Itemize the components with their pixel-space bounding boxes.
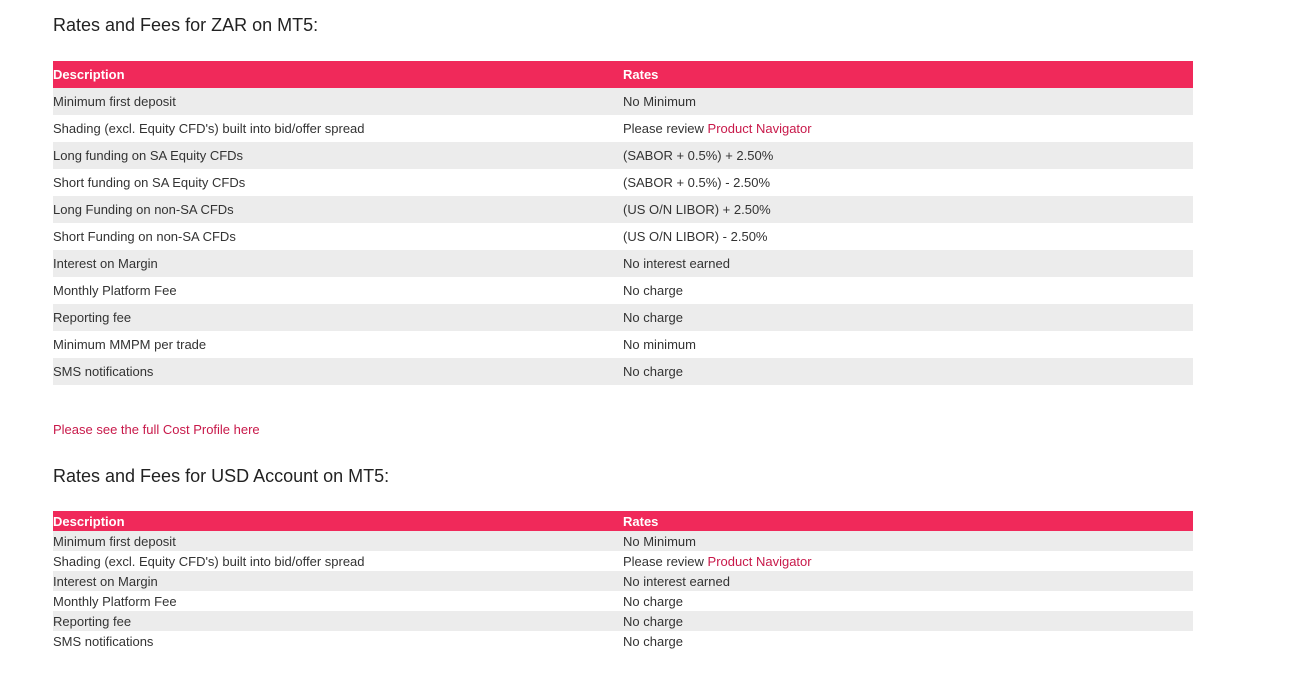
rate-prefix: Please review <box>623 121 708 136</box>
row-description: Shading (excl. Equity CFD's) built into … <box>53 551 623 571</box>
table-row: Shading (excl. Equity CFD's) built into … <box>53 115 1193 142</box>
row-rate: No Minimum <box>623 531 1193 551</box>
row-rate: (SABOR + 0.5%) + 2.50% <box>623 142 1193 169</box>
table-row: Minimum MMPM per trade No minimum <box>53 331 1193 358</box>
row-rate: No charge <box>623 304 1193 331</box>
row-rate: No charge <box>623 631 1193 651</box>
row-rate: No Minimum <box>623 88 1193 115</box>
column-header-rates: Rates <box>623 61 1193 88</box>
rate-prefix: Please review <box>623 553 708 569</box>
row-rate: Please review Product Navigator <box>623 551 1193 571</box>
table-row: SMS notifications No charge <box>53 358 1193 385</box>
column-header-description: Description <box>53 61 623 88</box>
row-description: Interest on Margin <box>53 571 623 591</box>
table-row: Monthly Platform Fee No charge <box>53 591 1193 611</box>
row-description: Short Funding on non-SA CFDs <box>53 223 623 250</box>
row-rate: No interest earned <box>623 250 1193 277</box>
row-description: Reporting fee <box>53 304 623 331</box>
row-rate: No minimum <box>623 331 1193 358</box>
zar-fees-table: Description Rates Minimum first deposit … <box>53 61 1193 385</box>
table-row: Long Funding on non-SA CFDs (US O/N LIBO… <box>53 196 1193 223</box>
row-description: SMS notifications <box>53 358 623 385</box>
table-row: SMS notifications No charge <box>53 631 1193 651</box>
row-description: SMS notifications <box>53 631 623 651</box>
product-navigator-link[interactable]: Product Navigator <box>708 121 812 136</box>
row-rate: No charge <box>623 277 1193 304</box>
row-description: Minimum first deposit <box>53 88 623 115</box>
row-description: Reporting fee <box>53 611 623 631</box>
row-description: Monthly Platform Fee <box>53 277 623 304</box>
row-description: Short funding on SA Equity CFDs <box>53 169 623 196</box>
row-description: Shading (excl. Equity CFD's) built into … <box>53 115 623 142</box>
usd-fees-table: Description Rates Minimum first deposit … <box>53 511 1193 651</box>
column-header-rates: Rates <box>623 511 1193 531</box>
table-row: Interest on Margin No interest earned <box>53 250 1193 277</box>
row-rate: No charge <box>623 358 1193 385</box>
row-rate: Please review Product Navigator <box>623 115 1193 142</box>
table-row: Reporting fee No charge <box>53 611 1193 631</box>
row-description: Monthly Platform Fee <box>53 591 623 611</box>
table-row: Monthly Platform Fee No charge <box>53 277 1193 304</box>
row-description: Long Funding on non-SA CFDs <box>53 196 623 223</box>
row-rate: No interest earned <box>623 571 1193 591</box>
table-row: Reporting fee No charge <box>53 304 1193 331</box>
row-description: Long funding on SA Equity CFDs <box>53 142 623 169</box>
product-navigator-link[interactable]: Product Navigator <box>708 554 812 569</box>
cost-profile-link[interactable]: Please see the full Cost Profile here <box>53 421 260 439</box>
row-rate: No charge <box>623 591 1193 611</box>
row-rate: No charge <box>623 611 1193 631</box>
row-rate: (SABOR + 0.5%) - 2.50% <box>623 169 1193 196</box>
table-header-row: Description Rates <box>53 511 1193 531</box>
row-description: Minimum MMPM per trade <box>53 331 623 358</box>
row-description: Minimum first deposit <box>53 531 623 551</box>
table-row: Short funding on SA Equity CFDs (SABOR +… <box>53 169 1193 196</box>
table-row: Short Funding on non-SA CFDs (US O/N LIB… <box>53 223 1193 250</box>
row-rate: (US O/N LIBOR) - 2.50% <box>623 223 1193 250</box>
row-description: Interest on Margin <box>53 250 623 277</box>
section-title-usd: Rates and Fees for USD Account on MT5: <box>53 466 390 486</box>
table-row: Interest on Margin No interest earned <box>53 571 1193 591</box>
table-row: Minimum first deposit No Minimum <box>53 531 1193 551</box>
table-row: Long funding on SA Equity CFDs (SABOR + … <box>53 142 1193 169</box>
column-header-description: Description <box>53 511 623 531</box>
table-row: Minimum first deposit No Minimum <box>53 88 1193 115</box>
table-header-row: Description Rates <box>53 61 1193 88</box>
table-row: Shading (excl. Equity CFD's) built into … <box>53 551 1193 571</box>
row-rate: (US O/N LIBOR) + 2.50% <box>623 196 1193 223</box>
section-title-zar: Rates and Fees for ZAR on MT5: <box>53 15 319 35</box>
